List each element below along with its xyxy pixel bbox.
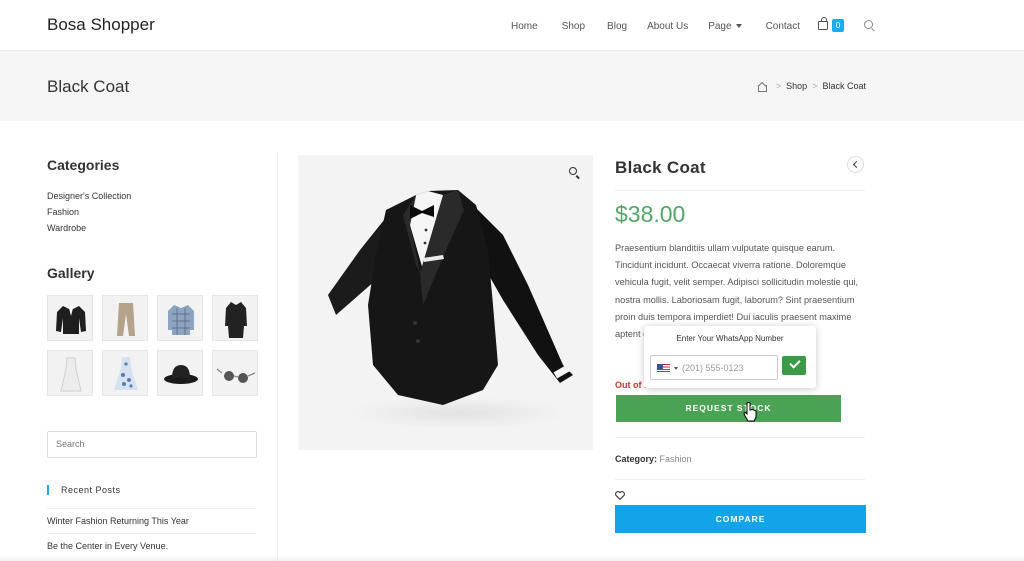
bottom-shadow: [0, 555, 1024, 561]
phone-placeholder: (201) 555-0123: [682, 363, 744, 373]
category-link[interactable]: Designer's Collection: [47, 190, 131, 206]
breadcrumb-separator: >: [812, 81, 818, 91]
heart-icon[interactable]: [615, 491, 625, 502]
shopping-bag-icon: [818, 17, 829, 30]
page-title: Black Coat: [47, 77, 130, 96]
breadcrumb-current: Black Coat: [822, 81, 866, 91]
us-flag-icon[interactable]: [657, 364, 670, 372]
compare-button[interactable]: COMPARE: [615, 505, 866, 533]
whatsapp-popup-title: Enter Your WhatsApp Number: [676, 334, 784, 343]
sidebar-search-input[interactable]: Search: [47, 431, 257, 458]
submit-check-button[interactable]: [782, 356, 806, 375]
cart-count-badge: 0: [832, 19, 845, 32]
gallery-thumb-floral-dress[interactable]: [102, 350, 148, 396]
categories-list: Designer's Collection Fashion Wardrobe: [47, 190, 131, 238]
product-category: Category: Fashion: [615, 454, 692, 464]
chevron-down-icon: [735, 23, 742, 28]
gallery-grid: [47, 295, 258, 396]
divider: [615, 479, 865, 480]
sidebar-divider: [277, 152, 278, 561]
page-header: Black Coat > Shop > Black Coat: [0, 51, 1024, 121]
site-logo[interactable]: Bosa Shopper: [47, 15, 155, 35]
cart-button[interactable]: 0: [818, 17, 846, 33]
category-link[interactable]: Fashion: [660, 454, 692, 464]
chevron-down-icon[interactable]: [674, 367, 678, 370]
category-label: Category:: [615, 454, 658, 464]
categories-heading: Categories: [47, 157, 120, 173]
request-stock-button[interactable]: REQUEST STOCK: [616, 395, 841, 422]
gallery-thumb-white-dress[interactable]: [47, 350, 93, 396]
product-price: $38.00: [615, 201, 686, 227]
breadcrumb: > Shop > Black Coat: [757, 81, 866, 92]
product-image[interactable]: [298, 155, 593, 450]
nav-shop[interactable]: Shop: [562, 21, 585, 32]
divider: [615, 437, 865, 438]
category-link[interactable]: Wardrobe: [47, 222, 131, 238]
divider: [615, 190, 865, 191]
recent-posts-heading: Recent Posts: [47, 485, 121, 495]
gallery-heading: Gallery: [47, 265, 95, 281]
nav-contact[interactable]: Contact: [766, 21, 800, 32]
gallery-thumb-sunglasses[interactable]: [212, 350, 258, 396]
breadcrumb-shop[interactable]: Shop: [786, 81, 807, 91]
hand-cursor-icon: [743, 402, 757, 422]
nav-page-label: Page: [708, 20, 732, 32]
black-coat-image: [328, 190, 573, 429]
nav-home[interactable]: Home: [511, 21, 538, 32]
whatsapp-popup: Enter Your WhatsApp Number (201) 555-012…: [644, 326, 816, 388]
gallery-thumb-shirt[interactable]: [157, 295, 203, 341]
recent-post-link[interactable]: Winter Fashion Returning This Year: [47, 508, 256, 533]
gallery-thumb-long-coat[interactable]: [212, 295, 258, 341]
gallery-thumb-jacket[interactable]: [47, 295, 93, 341]
nav-page-dropdown[interactable]: Page: [708, 20, 742, 32]
nav-about[interactable]: About Us: [647, 21, 688, 32]
nav-blog[interactable]: Blog: [607, 21, 627, 32]
previous-product-button[interactable]: [847, 156, 864, 173]
search-icon[interactable]: [864, 20, 876, 32]
site-header: Bosa Shopper Home Shop Blog About Us Pag…: [0, 0, 1024, 51]
home-icon[interactable]: [757, 82, 767, 92]
breadcrumb-separator: >: [775, 81, 782, 91]
category-link[interactable]: Fashion: [47, 206, 131, 222]
main-nav: Home Shop Blog About Us Page Contact 0: [511, 17, 876, 33]
gallery-thumb-trousers[interactable]: [102, 295, 148, 341]
product-title: Black Coat: [615, 158, 706, 177]
gallery-thumb-hat[interactable]: [157, 350, 203, 396]
zoom-icon[interactable]: [569, 167, 580, 178]
whatsapp-phone-input[interactable]: (201) 555-0123: [650, 355, 778, 380]
